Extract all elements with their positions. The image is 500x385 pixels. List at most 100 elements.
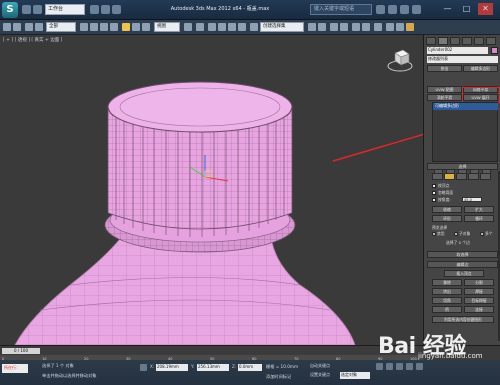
vertex-subobj-icon[interactable] [432, 173, 443, 180]
rendered-frame-icon[interactable] [396, 23, 404, 31]
open-file-icon[interactable] [33, 5, 42, 14]
modify-tab[interactable] [438, 37, 448, 45]
preview-multi-radio[interactable] [480, 232, 484, 236]
weld-button[interactable]: 焊接 [464, 288, 494, 295]
undo-icon[interactable] [3, 23, 11, 31]
connect-button[interactable]: 连接 [464, 306, 494, 313]
material-editor-icon[interactable] [374, 23, 382, 31]
set-key-button[interactable]: 设置关键点 [310, 372, 330, 378]
spinner-snap-icon[interactable] [238, 23, 246, 31]
search-input[interactable]: 键入关键字或短语 [310, 4, 372, 15]
motion-tab[interactable] [462, 37, 472, 45]
edge-subobj-icon[interactable] [444, 173, 455, 180]
next-frame-icon[interactable] [406, 363, 413, 370]
angle-spinner[interactable]: 45.0 [462, 197, 482, 202]
uvw-map-button[interactable]: UVW 贴图 [427, 86, 462, 93]
edit-edges-rollout[interactable]: 编辑边 [427, 261, 498, 268]
loop-button[interactable]: 循环 [464, 215, 494, 222]
named-selection-icon[interactable] [250, 23, 258, 31]
soft-selection-rollout[interactable]: 软选择 [427, 251, 498, 258]
utilities-tab[interactable] [486, 37, 496, 45]
render-teapot-icon[interactable] [406, 23, 414, 31]
border-subobj-icon[interactable] [456, 173, 467, 180]
go-to-start-icon[interactable] [376, 363, 383, 370]
select-rotate-icon[interactable] [132, 23, 140, 31]
create-tab[interactable] [426, 37, 436, 45]
render-setup-icon[interactable] [386, 23, 394, 31]
chamfer-button[interactable]: 切角 [432, 297, 462, 304]
angle-snap-icon[interactable] [218, 23, 226, 31]
bridge-button[interactable]: 桥 [432, 306, 462, 313]
close-button[interactable]: ✕ [478, 3, 493, 15]
named-selection-select[interactable]: 创建选择集 [260, 22, 304, 32]
snap-toggle-icon[interactable] [208, 23, 216, 31]
new-file-icon[interactable] [22, 5, 31, 14]
go-to-end-icon[interactable] [416, 363, 423, 370]
perspective-viewport[interactable]: [ + ] [ 透视 ] [ 真实 + 边面 ] [0, 35, 423, 345]
previous-frame-icon[interactable] [386, 363, 393, 370]
save-icon[interactable] [90, 5, 99, 14]
preview-off-radio[interactable] [432, 232, 436, 236]
grow-button[interactable]: 扩大 [464, 206, 494, 213]
edit-poly-button[interactable]: 编辑多边形 [463, 65, 498, 72]
graphite-ribbon-icon[interactable] [340, 23, 348, 31]
viewport-label[interactable]: [ + ] [ 透视 ] [ 真实 + 边面 ] [3, 37, 62, 43]
align-icon[interactable] [318, 23, 326, 31]
stack-item-editable-poly[interactable]: 可编辑多边形 [433, 103, 498, 110]
workspace-select[interactable]: 工作台 [45, 4, 85, 15]
target-weld-button[interactable]: 目标焊接 [464, 297, 494, 304]
select-move-icon[interactable] [122, 23, 130, 31]
maximize-button[interactable]: □ [459, 3, 474, 15]
element-subobj-icon[interactable] [480, 173, 491, 180]
layer-manager-icon[interactable] [330, 23, 338, 31]
extrude-button[interactable]: 挤出 [427, 65, 462, 72]
schematic-view-icon[interactable] [362, 23, 370, 31]
maxscript-listener[interactable]: 所在行： [2, 364, 28, 373]
display-tab[interactable] [474, 37, 484, 45]
mirror-icon[interactable] [308, 23, 316, 31]
object-name-field[interactable]: Cylinder002 [427, 47, 488, 54]
object-color-swatch[interactable] [491, 47, 498, 54]
time-slider[interactable]: 0 / 100 [2, 348, 40, 354]
hierarchy-tab[interactable] [450, 37, 460, 45]
add-time-tag[interactable]: 添加时间标记 [266, 374, 291, 380]
create-shape-button[interactable]: 利用所选内容创建图形 [432, 316, 494, 323]
link-icon[interactable] [25, 23, 33, 31]
auto-key-button[interactable]: 自动关键点 [310, 363, 330, 369]
selection-filter-select[interactable]: 全部 [46, 22, 76, 32]
viewcube-icon[interactable] [385, 45, 415, 75]
select-scale-icon[interactable] [142, 23, 150, 31]
percent-snap-icon[interactable] [228, 23, 236, 31]
selection-rollout[interactable]: 选择 [427, 163, 498, 170]
lock-selection-icon[interactable] [140, 364, 147, 371]
favorites-icon[interactable] [400, 5, 409, 14]
communication-center-icon[interactable] [388, 5, 397, 14]
key-filter-select[interactable]: 选定对象 [340, 372, 370, 379]
play-icon[interactable] [396, 363, 403, 370]
ring-button[interactable]: 环形 [432, 215, 462, 222]
y-coordinate-field[interactable]: 256.13mm [197, 364, 229, 371]
window-crossing-icon[interactable] [110, 23, 118, 31]
z-coordinate-field[interactable]: 0.0mm [238, 364, 262, 371]
split-button[interactable]: 分割 [464, 279, 494, 286]
select-object-icon[interactable] [80, 23, 88, 31]
extrude-edges-button[interactable]: 挤出 [432, 288, 462, 295]
curve-editor-icon[interactable] [352, 23, 360, 31]
select-by-name-icon[interactable] [90, 23, 98, 31]
shrink-button[interactable]: 收缩 [432, 206, 462, 213]
modifier-stack[interactable]: 可编辑多边形 [432, 102, 498, 162]
ignore-backfacing-checkbox[interactable] [432, 191, 436, 195]
redo-icon[interactable] [112, 5, 121, 14]
minimize-button[interactable]: — [440, 3, 455, 15]
polygon-subobj-icon[interactable] [468, 173, 479, 180]
turbo-smooth-button[interactable]: 涡轮平滑 [427, 94, 462, 101]
binoculars-icon[interactable] [376, 5, 385, 14]
redo-icon[interactable] [13, 23, 21, 31]
select-manipulate-icon[interactable] [196, 23, 204, 31]
rect-selection-icon[interactable] [100, 23, 108, 31]
unlink-icon[interactable] [35, 23, 43, 31]
undo-icon[interactable] [101, 5, 110, 14]
pivot-center-icon[interactable] [184, 23, 192, 31]
remove-button[interactable]: 移除 [432, 279, 462, 286]
by-vertex-checkbox[interactable] [432, 184, 436, 188]
